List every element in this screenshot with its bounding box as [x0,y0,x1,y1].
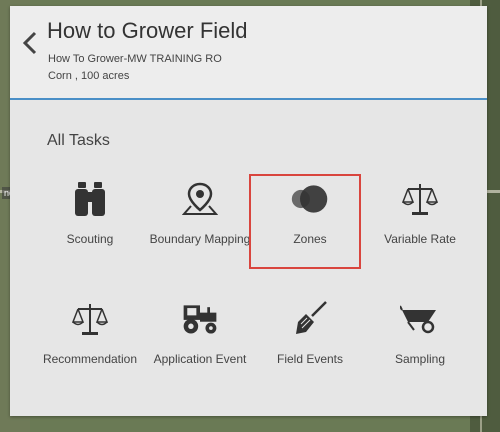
shovel-icon [290,299,330,339]
task-label: Boundary Mapping [149,232,251,246]
scale-icon [400,179,440,219]
task-scouting[interactable]: Scouting [35,179,145,279]
task-label: Recommendation [42,352,138,366]
task-label: Scouting [66,232,114,246]
task-sampling[interactable]: Sampling [365,299,475,399]
field-tasks-panel: How to Grower Field How To Grower-MW TRA… [10,6,487,416]
task-variable-rate[interactable]: Variable Rate [365,179,475,279]
field-header: How to Grower Field How To Grower-MW TRA… [10,6,487,100]
task-label: Application Event [153,352,247,366]
binoculars-icon [70,179,110,219]
task-label: Variable Rate [384,232,456,246]
map-pin-icon [180,179,220,219]
scale-icon [70,299,110,339]
crop-info: Corn , 100 acres [48,70,130,82]
section-title: All Tasks [47,132,110,149]
page-title: How to Grower Field [47,18,248,43]
task-application-event[interactable]: Application Event [145,299,255,399]
tractor-icon [180,299,220,339]
task-field-events[interactable]: Field Events [255,299,365,399]
chevron-left-icon [22,31,37,55]
grower-name: How To Grower-MW TRAINING RO [48,53,222,65]
back-button[interactable] [18,28,42,58]
task-boundary-mapping[interactable]: Boundary Mapping [145,179,255,279]
task-recommendation[interactable]: Recommendation [35,299,145,399]
wheelbarrow-icon [400,299,440,339]
task-label: Field Events [276,352,344,366]
selection-highlight [249,174,361,269]
task-label: Sampling [394,352,446,366]
